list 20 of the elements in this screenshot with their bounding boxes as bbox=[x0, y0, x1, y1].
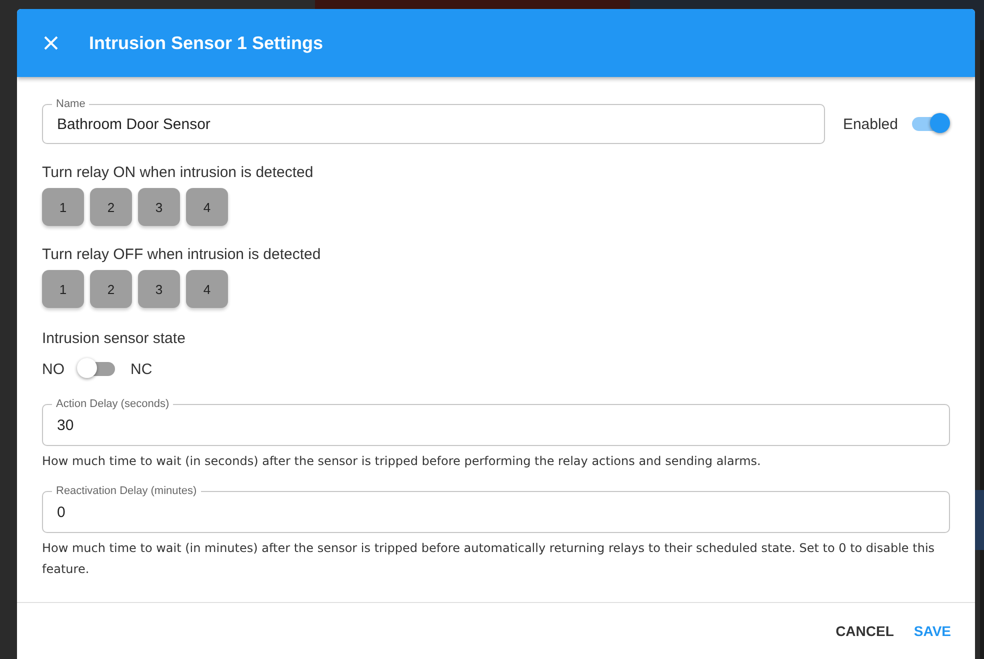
section-label: Turn relay OFF when intrusion is detected bbox=[42, 246, 322, 263]
cancel-button[interactable]: CANCEL bbox=[828, 617, 902, 645]
switch-label: NC bbox=[130, 360, 152, 378]
relay-button[interactable]: 4 bbox=[186, 270, 228, 308]
relay-button[interactable]: 2 bbox=[90, 270, 132, 308]
relay-button[interactable]: 3 bbox=[138, 270, 180, 308]
relay-button[interactable]: 3 bbox=[138, 188, 180, 226]
dialog-title: Intrusion Sensor 1 Settings bbox=[89, 32, 324, 54]
relay-button[interactable]: 1 bbox=[42, 188, 84, 226]
field-hint: How much time to wait (in seconds) after the sensor is tripped before performing the relay actions and sending alarms. bbox=[42, 453, 762, 470]
relay-button[interactable]: 4 bbox=[186, 188, 228, 226]
relay-button[interactable]: 1 bbox=[42, 270, 84, 308]
close-icon bbox=[44, 36, 58, 50]
field-hint: How much time to wait (in minutes) after the sensor is tripped before automatically returning relays to their scheduled state. Set to 0 to disable this feature. bbox=[42, 540, 936, 578]
save-button[interactable]: SAVE bbox=[906, 617, 959, 645]
relay-button[interactable]: 2 bbox=[90, 188, 132, 226]
section-label: Turn relay ON when intrusion is detected bbox=[42, 164, 314, 181]
enabled-label: Enabled bbox=[842, 116, 898, 132]
switch-label: NO bbox=[42, 360, 64, 378]
section-label: Intrusion sensor state bbox=[42, 330, 186, 347]
